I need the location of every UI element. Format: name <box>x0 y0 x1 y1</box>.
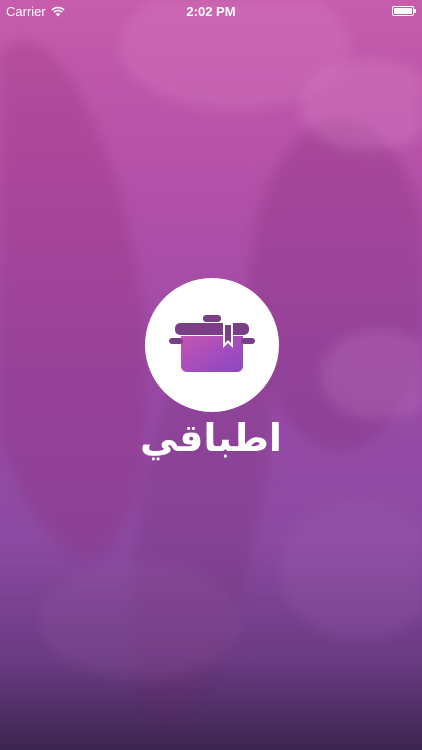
battery-fill <box>394 8 412 14</box>
status-bar: Carrier 2:02 PM <box>0 0 422 24</box>
status-time: 2:02 PM <box>186 4 236 19</box>
app-logo <box>145 278 279 412</box>
splash-screen: Carrier 2:02 PM اطباقي <box>0 0 422 750</box>
app-title: اطباقي <box>140 416 282 460</box>
cooking-pot-bookmark-icon <box>169 315 255 372</box>
battery-icon <box>392 6 416 16</box>
